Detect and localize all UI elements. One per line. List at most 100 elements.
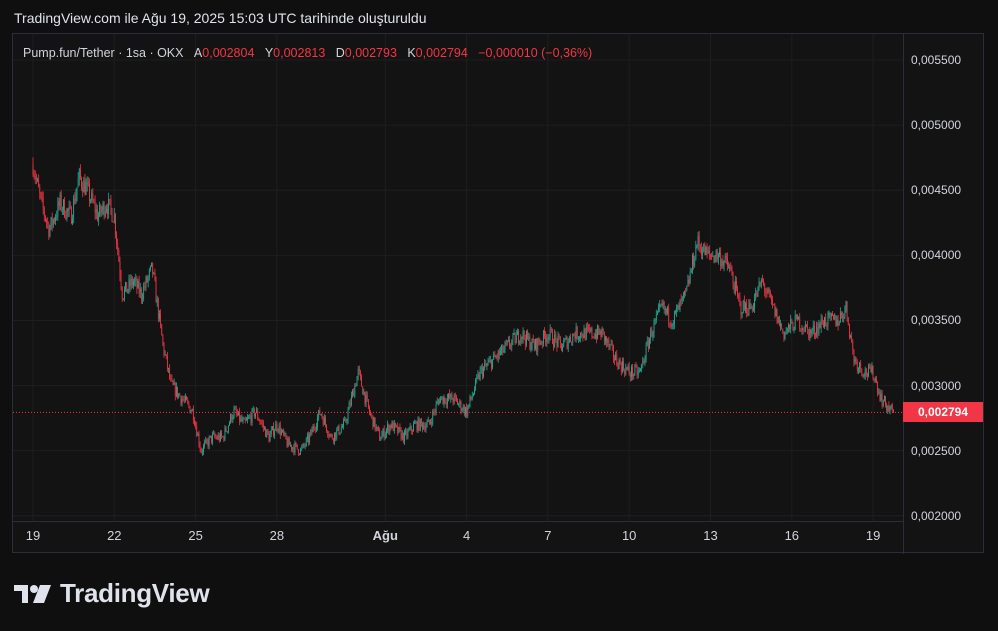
candle-up <box>164 354 166 356</box>
candle-down <box>589 328 591 332</box>
candle-up <box>671 326 673 327</box>
candle-down <box>48 223 50 237</box>
candle-down <box>825 317 827 326</box>
candle-up <box>290 444 291 446</box>
candle-up <box>55 217 56 222</box>
candle-up <box>775 309 777 317</box>
candle-down <box>43 208 45 216</box>
candle-up <box>139 288 141 294</box>
candle-down <box>313 426 315 429</box>
time-tick-label: 19 <box>25 528 41 543</box>
candle-down <box>154 272 156 281</box>
candle-down <box>179 393 181 397</box>
candle-up <box>637 371 639 376</box>
candle-down <box>837 319 839 326</box>
candle-up <box>301 447 303 449</box>
candle-down <box>762 279 763 281</box>
candle-down <box>841 312 842 315</box>
candle-up <box>723 261 725 267</box>
candle-up <box>427 419 429 423</box>
candle-up <box>413 424 414 432</box>
high-value: 0,002813 <box>273 46 326 60</box>
candle-up <box>575 326 577 339</box>
candle-down <box>177 386 178 398</box>
candle-up <box>659 304 661 308</box>
candle-down <box>457 399 458 405</box>
candle-up <box>425 426 427 431</box>
candle-down <box>221 432 222 437</box>
candle-up <box>572 334 574 343</box>
candle-up <box>801 328 803 331</box>
candle-down <box>765 291 767 293</box>
candle-down <box>335 432 337 439</box>
candle-up <box>658 307 659 312</box>
candle-up <box>365 394 367 404</box>
candle-down <box>303 443 305 446</box>
candle-down <box>698 236 700 247</box>
candle-down <box>829 312 831 317</box>
candle-up <box>243 418 245 420</box>
candle-up <box>61 209 63 211</box>
candle-down <box>558 335 560 338</box>
candle-up <box>113 214 115 223</box>
candle-down <box>848 324 850 337</box>
candle-up <box>672 323 674 327</box>
candle-down <box>454 394 456 397</box>
candle-down <box>853 349 855 363</box>
candle-down <box>491 359 492 369</box>
candle-down <box>819 323 821 328</box>
candle-down <box>349 402 351 405</box>
candle-down <box>766 292 768 294</box>
candle-up <box>63 199 64 210</box>
candle-up <box>340 427 342 433</box>
candle-up <box>690 270 692 273</box>
candle-down <box>94 202 96 213</box>
tradingview-logo[interactable]: TradingView <box>14 578 210 609</box>
candle-up <box>99 204 101 216</box>
candle-up <box>741 313 743 315</box>
candle-up <box>649 339 650 349</box>
candle-down <box>541 342 543 344</box>
candle-down <box>713 255 715 262</box>
candle-down <box>111 208 113 222</box>
candle-up <box>465 407 466 415</box>
candle-down <box>510 346 512 348</box>
candle-up <box>638 370 640 372</box>
candle-up <box>562 347 563 351</box>
candle-up <box>790 319 792 330</box>
candle-down <box>614 358 615 361</box>
candle-down <box>769 292 771 298</box>
candle-down <box>198 433 200 445</box>
candle-down <box>651 329 653 337</box>
candle-down <box>728 265 729 269</box>
candle-up <box>652 333 654 337</box>
candle-down <box>152 262 154 274</box>
candle-up <box>686 285 688 291</box>
candle-up <box>520 336 522 343</box>
candle-down <box>608 339 610 347</box>
candle-down <box>616 354 618 365</box>
candle-down <box>862 374 864 377</box>
candle-up <box>375 426 377 430</box>
candle-down <box>200 449 202 453</box>
candle-up <box>275 423 277 431</box>
candle-down <box>708 250 710 255</box>
chart-panel[interactable]: Pump.fun/Tether · 1sa · OKX A0,002804 Y0… <box>12 33 984 554</box>
candle-up <box>336 430 338 439</box>
candle-up <box>391 421 393 429</box>
candle-down <box>870 367 872 373</box>
candle-down <box>321 414 323 418</box>
candle-down <box>885 396 886 405</box>
time-tick-label: 10 <box>621 528 637 543</box>
candle-down <box>311 429 313 433</box>
candle-up <box>341 426 343 428</box>
candle-down <box>392 421 394 432</box>
candle-up <box>323 417 325 425</box>
candle-up <box>718 254 719 260</box>
candlestick-plot[interactable] <box>13 34 903 521</box>
candle-up <box>101 209 103 214</box>
candle-up <box>504 342 506 350</box>
candle-down <box>261 422 263 424</box>
candle-up <box>563 341 565 348</box>
time-tick-label: 13 <box>703 528 718 543</box>
